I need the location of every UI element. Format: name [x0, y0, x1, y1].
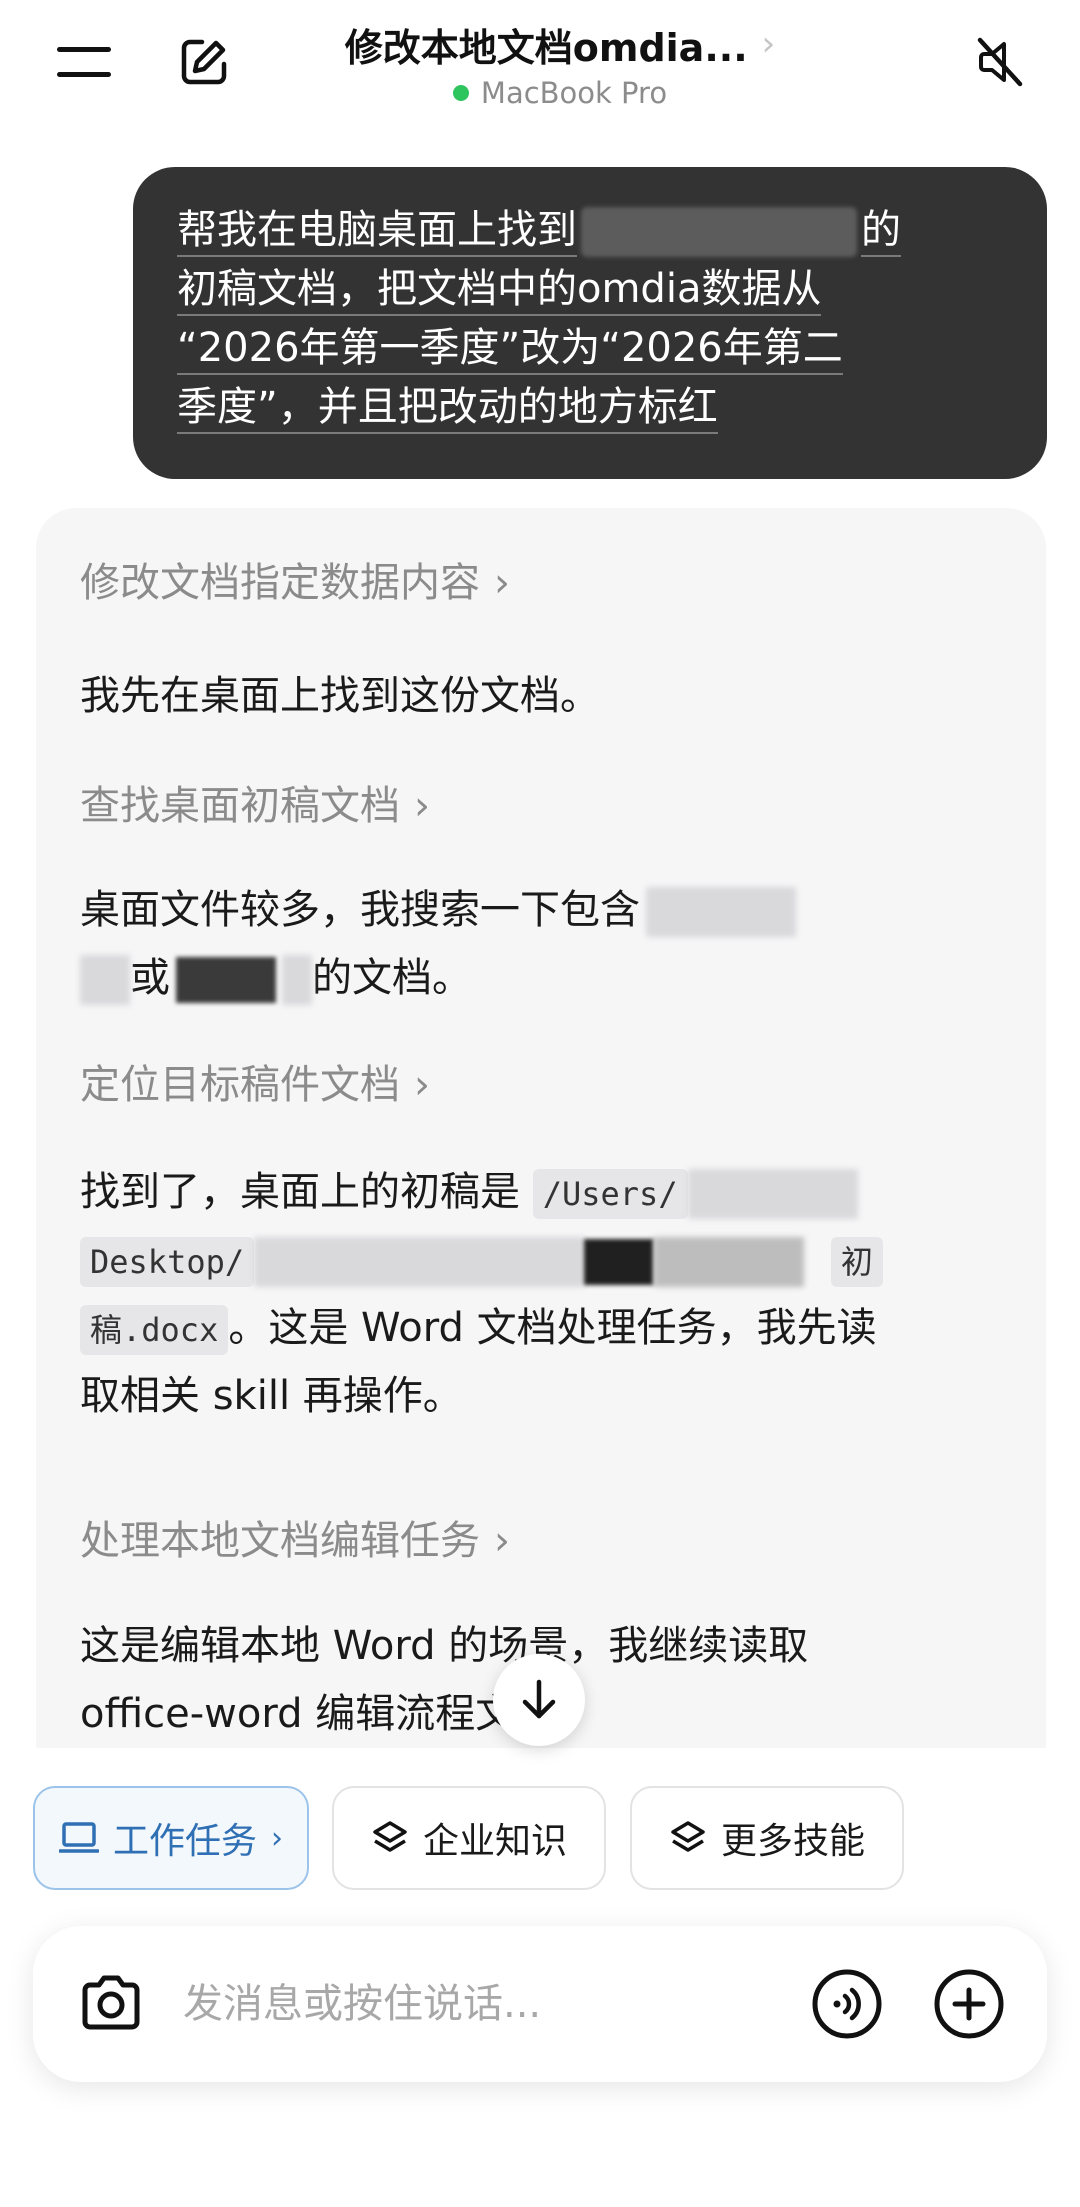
file-path-code: 初	[830, 1237, 883, 1287]
redacted-text	[687, 1169, 858, 1219]
user-message-text: 帮我在电脑桌面上找到	[177, 207, 577, 257]
chevron-right-icon: ›	[271, 1820, 283, 1856]
chevron-right-icon: ›	[414, 1062, 430, 1108]
paragraph-text: 。这是 Word 文档处理任务，我先读	[228, 1305, 877, 1351]
user-message-bubble: 帮我在电脑桌面上找到 的 初稿文档，把文档中的omdia数据从 “2026年第一季…	[133, 167, 1047, 479]
assistant-response-card: 修改文档指定数据内容 › 我先在桌面上找到这份文档。 查找桌面初稿文档 › 桌面文件…	[36, 508, 1046, 1748]
assistant-paragraph: 找到了，桌面上的初稿是 /Users/ Desktop/ 初 稿.docx 。这是…	[80, 1158, 1020, 1430]
chevron-right-icon: ›	[494, 1518, 510, 1564]
paragraph-line: 找到了，桌面上的初稿是 /Users/	[80, 1158, 1020, 1226]
paragraph-text: 的文档。	[312, 955, 472, 1001]
edit-icon	[181, 39, 227, 85]
top-bar: 修改本地文档omdia... › MacBook Pro	[0, 0, 1080, 130]
work-task-chip[interactable]: 工作任务 ›	[33, 1786, 309, 1890]
paragraph-text: 桌面文件较多，我搜索一下包含	[80, 887, 640, 933]
chevron-right-icon: ›	[494, 560, 510, 606]
online-status-dot	[452, 85, 469, 101]
chip-label: 企业知识	[422, 1821, 567, 1862]
camera-button[interactable]	[73, 1966, 149, 2042]
paragraph-line: 稿.docx 。这是 Word 文档处理任务，我先读	[80, 1294, 1020, 1362]
paragraph-text: 找到了，桌面上的初稿是	[80, 1169, 520, 1215]
redacted-text	[80, 955, 130, 1005]
step-title: 处理本地文档编辑任务	[80, 1518, 480, 1564]
voice-input-button[interactable]	[809, 1966, 885, 2042]
plus-circle-icon	[934, 1969, 1004, 2039]
assistant-paragraph: 桌面文件较多，我搜索一下包含 或 的文档。	[80, 876, 1020, 1012]
file-path-code: /Users/	[532, 1169, 688, 1219]
layers-icon	[373, 1821, 407, 1852]
user-message-text: 的	[861, 207, 901, 257]
chip-label: 更多技能	[720, 1821, 865, 1862]
conversation-title-block[interactable]: 修改本地文档omdia... › MacBook Pro	[300, 16, 820, 116]
quick-action-chips: 工作任务 › 企业知识 更多技能	[0, 1786, 1080, 1890]
redacted-text	[254, 1237, 585, 1287]
add-attachment-button[interactable]	[931, 1966, 1007, 2042]
redacted-text	[176, 957, 276, 1003]
chevron-right-icon: ›	[414, 783, 430, 829]
user-message-line: “2026年第一季度”改为“2026年第二	[177, 319, 1007, 378]
menu-button[interactable]	[44, 26, 124, 98]
paragraph-line: 取相关 skill 再操作。	[80, 1373, 463, 1419]
layers-icon	[671, 1821, 705, 1852]
new-chat-button[interactable]	[168, 26, 240, 98]
redacted-text	[584, 1239, 655, 1285]
user-message-line: 季度”，并且把改动的地方标红	[177, 378, 1007, 437]
step-header[interactable]: 修改文档指定数据内容 ›	[80, 553, 510, 613]
step-title: 查找桌面初稿文档	[80, 783, 400, 829]
user-message-line: 初稿文档，把文档中的omdia数据从	[177, 260, 1007, 319]
redacted-text	[581, 207, 857, 257]
step-title: 修改文档指定数据内容	[80, 560, 480, 606]
step-header[interactable]: 定位目标稿件文档 ›	[80, 1055, 430, 1115]
file-path-code: Desktop/	[80, 1237, 255, 1287]
step-header[interactable]: 查找桌面初稿文档 ›	[80, 776, 430, 836]
mute-button[interactable]	[960, 26, 1040, 98]
enterprise-knowledge-chip[interactable]: 企业知识	[332, 1786, 606, 1890]
paragraph-line: 我先在桌面上找到这份文档。	[80, 673, 600, 719]
user-message-line: 帮我在电脑桌面上找到 的	[177, 201, 1007, 260]
paragraph-line: 或 的文档。	[80, 944, 1020, 1012]
redacted-text	[654, 1237, 805, 1287]
file-path-code: 稿.docx	[80, 1305, 229, 1355]
step-title: 定位目标稿件文档	[80, 1062, 400, 1108]
arrow-down-icon	[522, 1679, 556, 1719]
more-skills-chip[interactable]: 更多技能	[630, 1786, 904, 1890]
chip-label: 工作任务	[112, 1821, 257, 1862]
message-composer	[33, 1926, 1047, 2082]
device-name: MacBook Pro	[480, 76, 668, 110]
redacted-text	[282, 955, 312, 1005]
paragraph-line: 桌面文件较多，我搜索一下包含	[80, 876, 1020, 944]
laptop-icon	[58, 1822, 99, 1853]
user-message-text: 季度”，并且把改动的地方标红	[177, 384, 718, 434]
step-header[interactable]: 处理本地文档编辑任务 ›	[80, 1511, 510, 1571]
message-input[interactable]	[181, 1964, 801, 2044]
hamburger-icon	[57, 47, 111, 77]
paragraph-text: 或	[130, 955, 170, 1001]
paragraph-line: Desktop/ 初	[80, 1226, 1020, 1294]
voice-icon	[812, 1969, 882, 2039]
chevron-right-icon: ›	[761, 24, 776, 64]
conversation-title: 修改本地文档omdia...	[344, 25, 748, 70]
scroll-to-bottom-button[interactable]	[493, 1654, 585, 1746]
user-message-text: 初稿文档，把文档中的omdia数据从	[177, 266, 822, 316]
camera-icon	[82, 1975, 140, 2030]
redacted-text	[646, 887, 796, 937]
user-message-text: “2026年第一季度”改为“2026年第二	[177, 325, 843, 375]
assistant-paragraph: 我先在桌面上找到这份文档。	[80, 662, 1020, 730]
speaker-muted-icon	[977, 37, 1023, 87]
